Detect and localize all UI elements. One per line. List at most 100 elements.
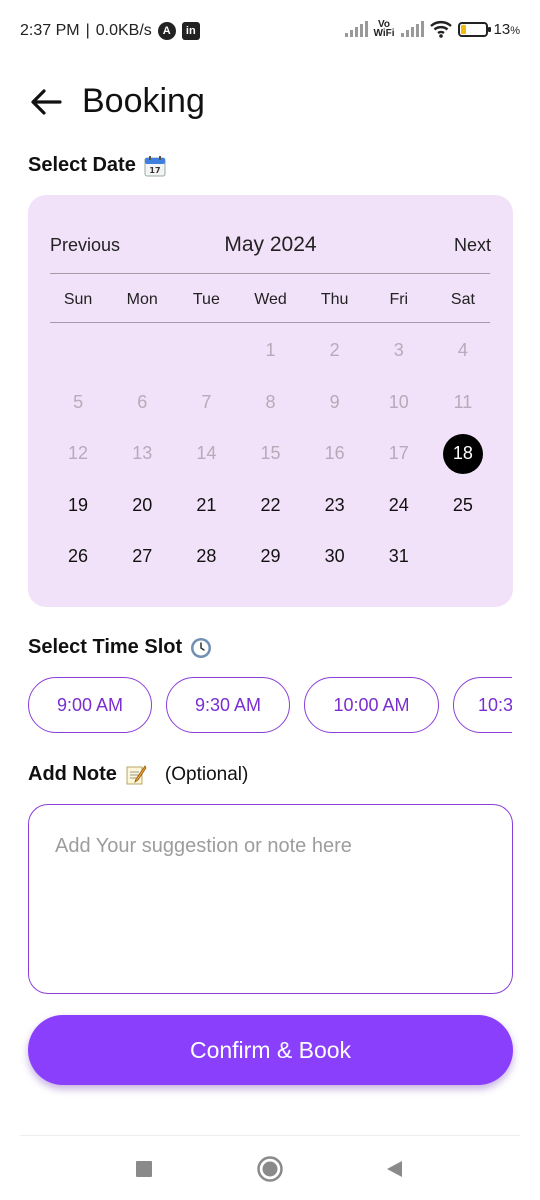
calendar-day[interactable]: 27 — [110, 531, 174, 583]
weekday-label: Sat — [450, 291, 475, 308]
calendar-day-number: 7 — [201, 391, 212, 412]
calendar-day[interactable]: 20 — [110, 480, 174, 532]
calendar-day-number: 13 — [132, 443, 153, 464]
calendar-day[interactable]: 31 — [367, 531, 431, 583]
calendar-day-number: 30 — [324, 546, 345, 567]
calendar-day[interactable]: 24 — [367, 480, 431, 532]
clock-icon — [191, 637, 212, 658]
system-nav-bar — [0, 1140, 540, 1200]
network-speed: 0.0KB/s — [95, 22, 152, 39]
calendar-month-title: May 2024 — [224, 233, 317, 256]
calendar-day: 11 — [431, 377, 495, 429]
note-field-container — [28, 804, 513, 994]
calendar-day: 3 — [367, 325, 431, 377]
note-textarea[interactable] — [29, 805, 512, 993]
signal-strength-icon-2 — [400, 21, 424, 37]
calendar-day-number: 28 — [196, 546, 217, 567]
arrow-left-icon[interactable] — [28, 84, 64, 120]
calendar-day[interactable]: 25 — [431, 480, 495, 532]
weekday-label: Tue — [192, 291, 220, 308]
square-icon[interactable] — [129, 1154, 159, 1184]
calendar-day: 10 — [367, 377, 431, 429]
status-separator: | — [85, 22, 90, 39]
calendar: Previous May 2024 Next Sun Mon Tue Wed T… — [28, 195, 513, 607]
weekday-label: Sun — [63, 291, 93, 308]
circle-icon[interactable] — [255, 1154, 285, 1184]
calendar-day: 9 — [303, 377, 367, 429]
page-title: Booking — [82, 82, 205, 120]
calendar-day-number: 21 — [196, 494, 217, 515]
calendar-day[interactable]: 29 — [238, 531, 302, 583]
next-month-button[interactable]: Next — [454, 235, 491, 256]
calendar-day-number: 29 — [260, 546, 281, 567]
calendar-day-number: 6 — [137, 391, 148, 412]
calendar-day: 12 — [46, 428, 110, 480]
time-slot[interactable]: 10:00 AM — [304, 677, 439, 733]
time-slot[interactable]: 9:30 AM — [166, 677, 290, 733]
app-header: Booking — [28, 82, 205, 121]
weekday-label: Thu — [320, 291, 349, 308]
calendar-day: 14 — [174, 428, 238, 480]
calendar-day-number: 17 — [388, 443, 409, 464]
calendar-day-number: 22 — [260, 494, 281, 515]
calendar-day: 15 — [238, 428, 302, 480]
calendar-day-number: 18 — [442, 433, 483, 474]
calendar-day-selected[interactable]: 18 — [431, 428, 495, 480]
calendar-blank-cell — [110, 325, 174, 377]
status-right: Vo WiFi 13% — [344, 20, 520, 39]
nav-divider — [20, 1135, 520, 1136]
calendar-day: 6 — [110, 377, 174, 429]
calendar-blank-cell — [46, 325, 110, 377]
calendar-day[interactable]: 21 — [174, 480, 238, 532]
calendar-day-number: 16 — [324, 443, 345, 464]
calendar-divider — [50, 273, 490, 274]
calendar-divider — [50, 322, 490, 323]
calendar-day[interactable]: 23 — [303, 480, 367, 532]
calendar-day-number: 31 — [388, 546, 409, 567]
calendar-day: 4 — [431, 325, 495, 377]
weekday-label: Fri — [389, 291, 409, 308]
time-slot-scroller[interactable]: 9:00 AM 9:30 AM 10:00 AM 10:3 — [28, 677, 512, 735]
signal-strength-icon — [344, 21, 368, 37]
add-note-label: Add Note (Optional) — [28, 763, 249, 785]
calendar-day[interactable]: 30 — [303, 531, 367, 583]
calendar-day: 13 — [110, 428, 174, 480]
memo-icon — [126, 764, 147, 784]
calendar-day: 7 — [174, 377, 238, 429]
calendar-day-number: 4 — [457, 340, 468, 361]
linkedin-notification-icon: in — [181, 22, 200, 40]
calendar-day-number: 3 — [393, 340, 404, 361]
calendar-day-number: 27 — [132, 546, 153, 567]
calendar-day-number: 9 — [329, 391, 340, 412]
status-time: 2:37 PM — [20, 22, 80, 39]
calendar-day[interactable]: 26 — [46, 531, 110, 583]
calendar-day: 8 — [238, 377, 302, 429]
calendar-day-number: 24 — [388, 494, 409, 515]
app-notification-icon: A — [157, 22, 176, 40]
calendar-day-number: 1 — [265, 340, 276, 361]
calendar-day: 16 — [303, 428, 367, 480]
time-slot[interactable]: 9:00 AM — [28, 677, 152, 733]
calendar-day[interactable]: 28 — [174, 531, 238, 583]
calendar-day: 1 — [238, 325, 302, 377]
calendar-day: 2 — [303, 325, 367, 377]
calendar-day-number: 12 — [68, 443, 89, 464]
calendar-day-number: 5 — [73, 391, 84, 412]
calendar-day-number: 2 — [329, 340, 340, 361]
battery-icon — [457, 21, 491, 37]
calendar-day-number: 20 — [132, 494, 153, 515]
status-bar: 2:37 PM | 0.0KB/s A in Vo WiFi 13% — [0, 0, 540, 64]
confirm-book-button[interactable]: Confirm & Book — [28, 1015, 513, 1085]
calendar-day-number: 26 — [68, 546, 89, 567]
wifi-icon — [429, 21, 452, 38]
calendar-days-grid: 1 2 3 4 5 6 7 8 9 10 11 12 13 14 15 16 17 18 19 20 21 22 23 24 2… — [46, 325, 495, 583]
weekday-header: Sun Mon Tue Wed Thu Fri Sat — [46, 291, 495, 309]
battery-percent: 13% — [493, 20, 520, 38]
calendar-day[interactable]: 19 — [46, 480, 110, 532]
weekday-label: Wed — [254, 291, 287, 308]
calendar-day-number: 10 — [388, 391, 409, 412]
triangle-back-icon[interactable] — [379, 1154, 409, 1184]
calendar-day[interactable]: 22 — [238, 480, 302, 532]
calendar-header: Previous May 2024 Next — [28, 195, 513, 273]
time-slot[interactable]: 10:3 — [453, 677, 512, 733]
